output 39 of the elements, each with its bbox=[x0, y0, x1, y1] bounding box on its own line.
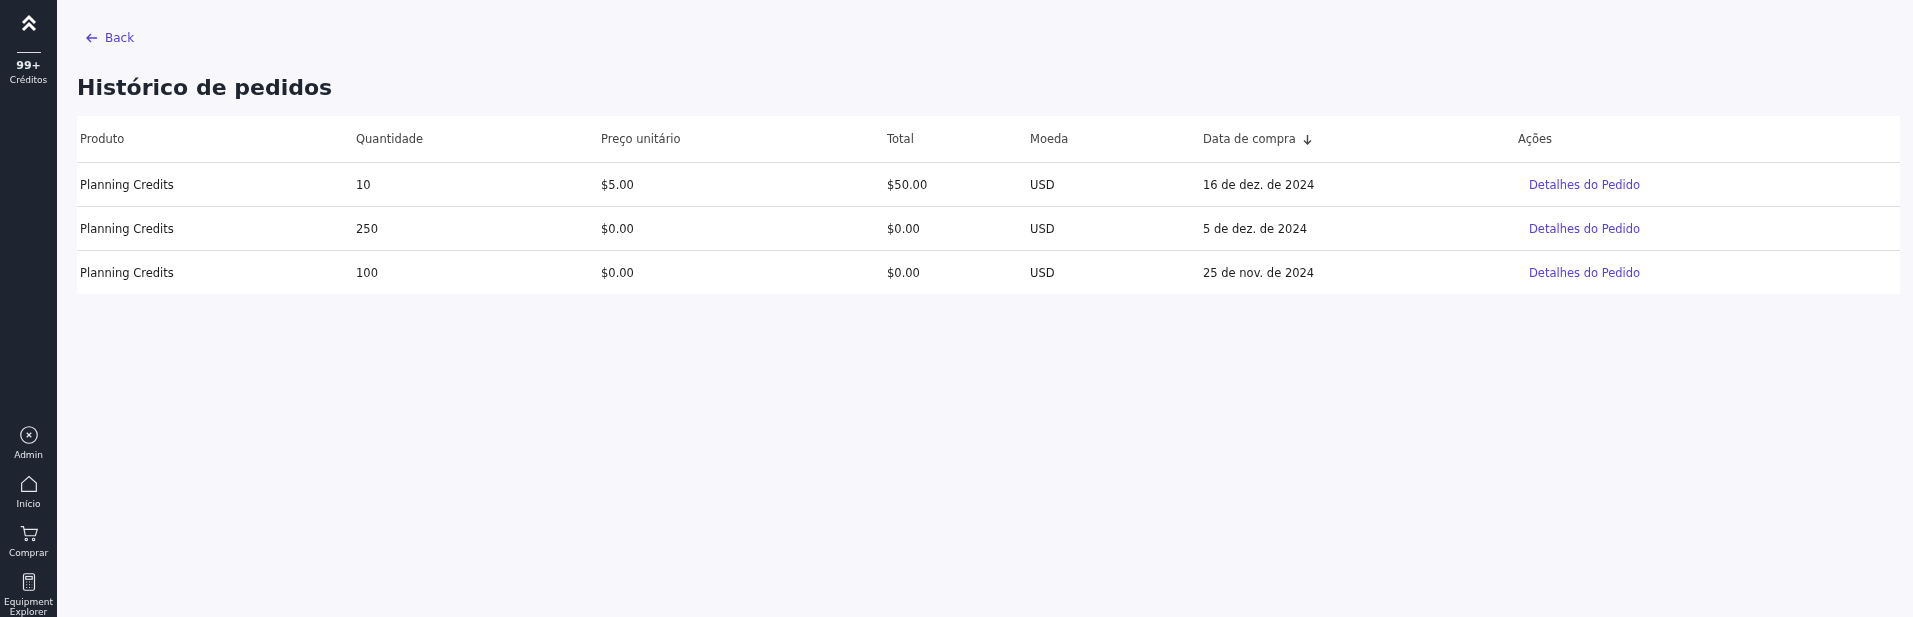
table-cell: Planning Credits bbox=[80, 177, 174, 192]
table-cell: Planning Credits bbox=[80, 221, 174, 236]
sidebar-item[interactable]: Admin bbox=[0, 424, 57, 460]
table-cell: $50.00 bbox=[887, 177, 928, 192]
table-cell: $0.00 bbox=[887, 265, 920, 280]
column-header: Ações bbox=[1515, 116, 1900, 163]
order-details-link[interactable]: Detalhes do Pedido bbox=[1529, 265, 1641, 280]
table-cell: 100 bbox=[356, 265, 378, 280]
order-details-link[interactable]: Detalhes do Pedido bbox=[1529, 221, 1641, 236]
sidebar-item[interactable]: Início bbox=[0, 473, 57, 509]
table-cell: Planning Credits bbox=[80, 265, 174, 280]
table-cell: USD bbox=[1030, 221, 1055, 236]
table-cell: $0.00 bbox=[601, 221, 634, 236]
column-header: Preço unitário bbox=[598, 116, 884, 163]
page-title: Histórico de pedidos bbox=[77, 75, 334, 100]
table-cell: $5.00 bbox=[601, 177, 634, 192]
table-cell: USD bbox=[1030, 265, 1055, 280]
column-header: Total bbox=[884, 116, 1027, 163]
order-details-link[interactable]: Detalhes do Pedido bbox=[1529, 177, 1641, 192]
credits-count: 99+ bbox=[16, 59, 41, 72]
table-cell: 25 de nov. de 2024 bbox=[1203, 265, 1315, 280]
credits-label: Créditos bbox=[9, 75, 48, 85]
column-header: Moeda bbox=[1027, 116, 1200, 163]
back-link[interactable]: Back bbox=[85, 31, 135, 45]
column-header: Produto bbox=[77, 116, 353, 163]
column-header: Quantidade bbox=[353, 116, 598, 163]
sidebar-item[interactable]: Comprar bbox=[0, 522, 57, 558]
table-cell: 10 bbox=[356, 177, 371, 192]
table-cell: $0.00 bbox=[601, 265, 634, 280]
close-circle-icon bbox=[17, 424, 40, 446]
sidebar-item[interactable]: Equipment Explorer bbox=[0, 571, 57, 617]
table-cell: 250 bbox=[356, 221, 378, 236]
table-cell: 5 de dez. de 2024 bbox=[1203, 221, 1308, 236]
table-cell: $0.00 bbox=[887, 221, 920, 236]
arrow-left-icon bbox=[85, 31, 99, 45]
table-cell: USD bbox=[1030, 177, 1055, 192]
table-cell: 16 de dez. de 2024 bbox=[1203, 177, 1315, 192]
column-header[interactable]: Data de compra bbox=[1200, 116, 1515, 163]
sort-down-icon[interactable] bbox=[1301, 133, 1313, 145]
